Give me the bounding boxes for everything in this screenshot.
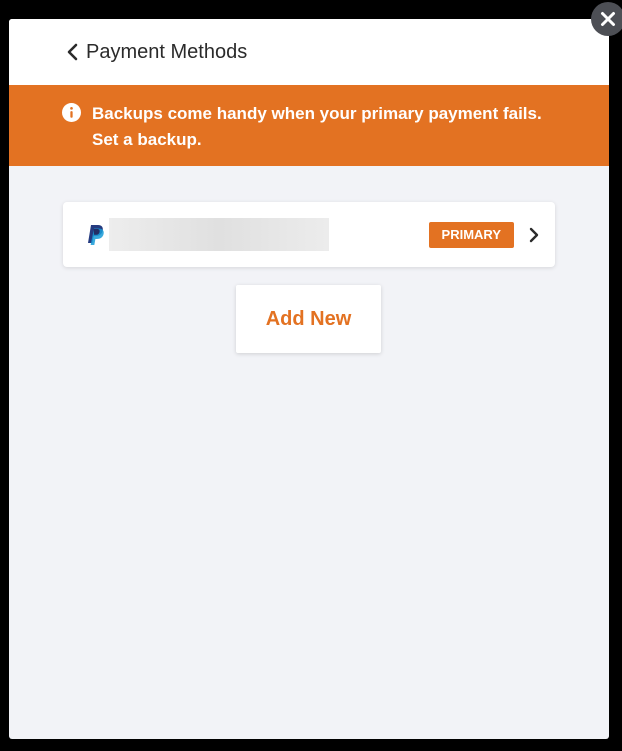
page-title: Payment Methods	[86, 40, 248, 63]
backup-warning-banner: Backups come handy when your primary pay…	[9, 85, 609, 166]
chevron-left-icon	[67, 43, 78, 61]
payment-method-card[interactable]: PRIMARY	[63, 202, 555, 267]
paypal-icon	[88, 224, 104, 245]
close-icon	[601, 12, 615, 26]
close-button[interactable]	[591, 2, 622, 36]
primary-badge: PRIMARY	[428, 221, 514, 248]
masked-account-id	[109, 218, 329, 251]
back-button[interactable]: Payment Methods	[66, 41, 247, 64]
banner-line-1: Backups come handy when your primary pay…	[92, 104, 542, 123]
banner-line-2: Set a backup.	[92, 130, 202, 149]
banner-message: Backups come handy when your primary pay…	[92, 101, 542, 153]
modal-header: Payment Methods	[9, 19, 609, 85]
chevron-right-icon	[529, 227, 539, 242]
payment-methods-modal: Payment Methods Backups come handy when …	[9, 19, 609, 739]
add-new-button[interactable]: Add New	[236, 285, 381, 353]
info-icon	[62, 103, 81, 122]
